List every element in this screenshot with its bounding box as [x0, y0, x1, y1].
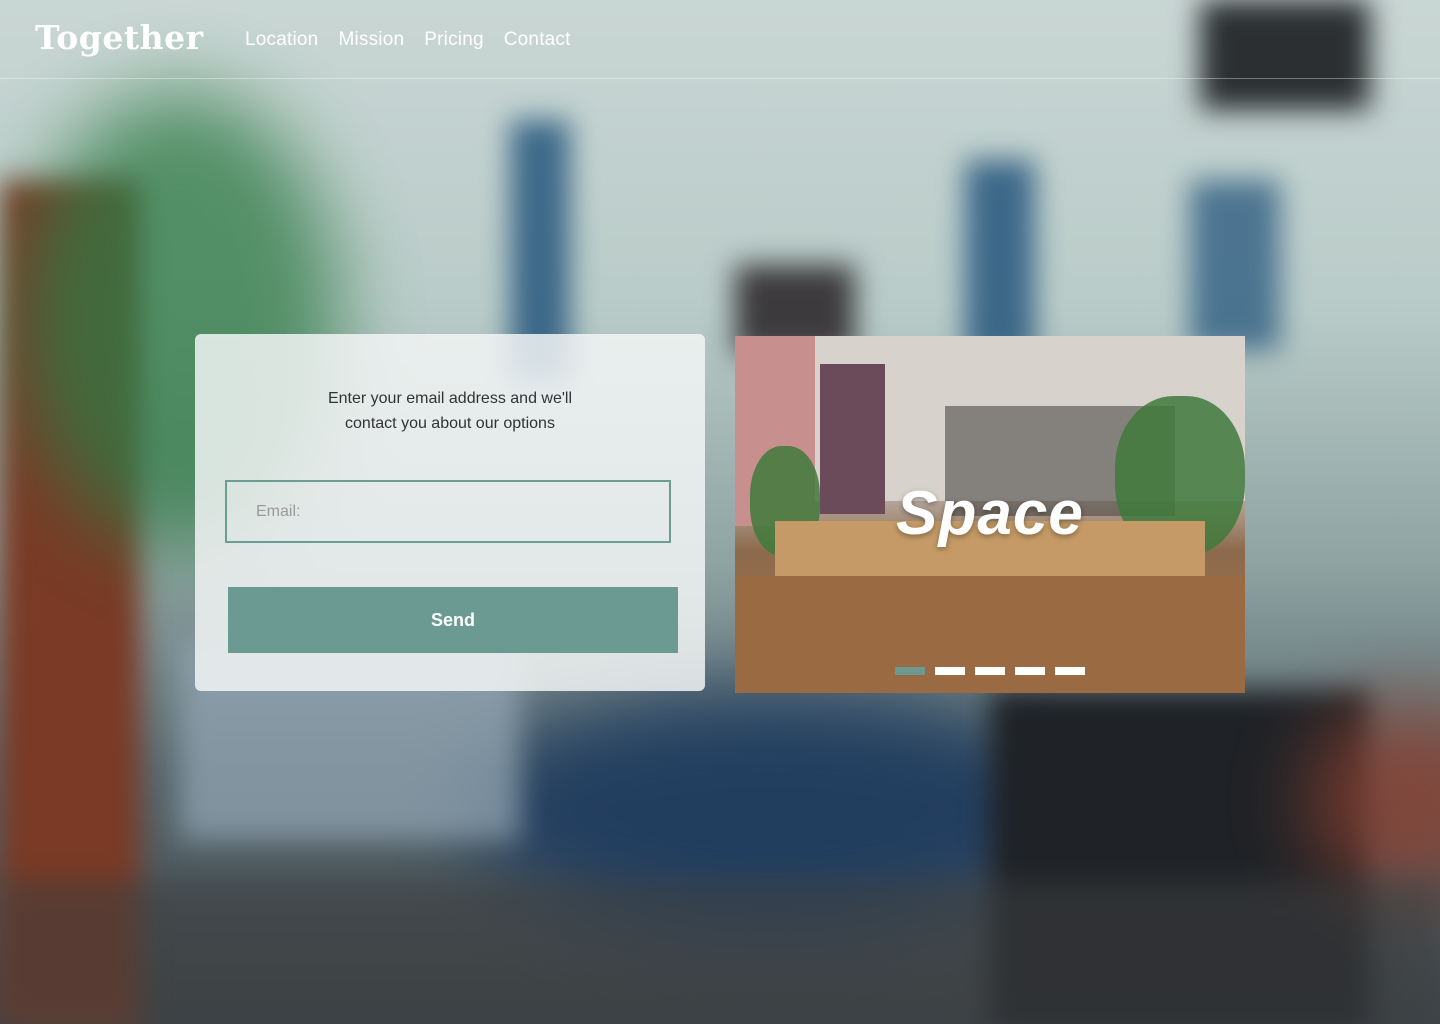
nav-pricing-link[interactable]: Pricing	[424, 29, 483, 51]
site-header: Together Location Mission Pricing Contac…	[0, 0, 1440, 79]
slider-pagination	[895, 667, 1085, 675]
send-button[interactable]: Send	[228, 587, 678, 653]
bg-window-right	[1190, 180, 1280, 350]
brand-logo[interactable]: Together	[35, 18, 203, 57]
slider-dot-3[interactable]	[975, 667, 1005, 675]
form-message: Enter your email address and we'll conta…	[327, 390, 573, 432]
bg-window-mid	[965, 160, 1035, 360]
slider-dot-4[interactable]	[1015, 667, 1045, 675]
image-slider[interactable]: Space	[735, 336, 1245, 693]
slide-photo-chairs	[735, 576, 1245, 693]
main-nav: Location Mission Pricing Contact	[245, 29, 571, 51]
nav-contact-link[interactable]: Contact	[504, 29, 571, 51]
bg-floor	[0, 880, 1440, 1024]
slide-title: Space	[896, 479, 1084, 548]
nav-location-link[interactable]: Location	[245, 29, 318, 51]
nav-mission-link[interactable]: Mission	[338, 29, 404, 51]
slider-dot-1[interactable]	[895, 667, 925, 675]
contact-form-card: Enter your email address and we'll conta…	[195, 334, 705, 691]
email-input[interactable]	[225, 480, 671, 543]
slider-dot-5[interactable]	[1055, 667, 1085, 675]
slider-dot-2[interactable]	[935, 667, 965, 675]
